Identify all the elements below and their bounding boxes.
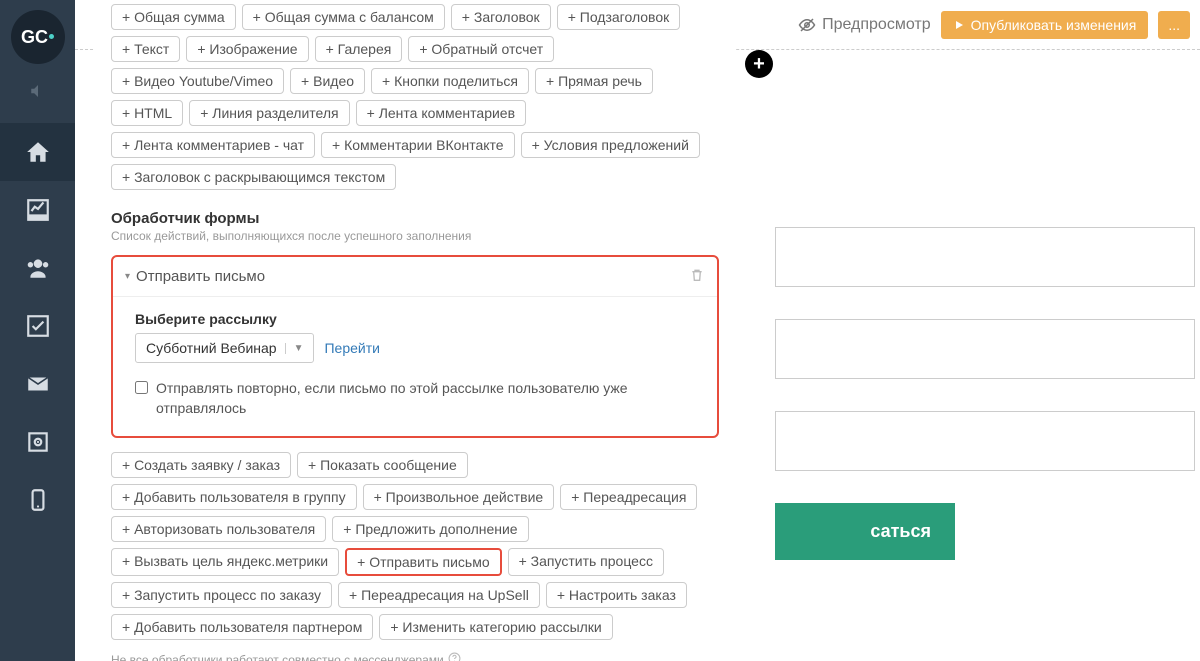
trash-icon[interactable] — [689, 267, 705, 286]
action-chip[interactable]: + Настроить заказ — [546, 582, 687, 608]
block-chip[interactable]: + Лента комментариев — [356, 100, 526, 126]
add-block-button[interactable]: + — [745, 50, 773, 78]
nav-mobile[interactable] — [0, 471, 75, 529]
action-chip[interactable]: + Переадресация — [560, 484, 697, 510]
block-chip[interactable]: + Заголовок — [451, 4, 551, 30]
action-chip[interactable]: + Создать заявку / заказ — [111, 452, 291, 478]
help-icon[interactable] — [448, 652, 461, 661]
caret-down-icon: ▼ — [285, 343, 304, 354]
editor-panel: + Общая сумма+ Общая сумма с балансом+ З… — [95, 0, 735, 661]
nav-users[interactable] — [0, 239, 75, 297]
more-button[interactable]: ... — [1158, 11, 1190, 39]
preview-label: Предпросмотр — [822, 16, 931, 34]
block-chip[interactable]: + Прямая речь — [535, 68, 653, 94]
block-chip[interactable]: + Линия разделителя — [189, 100, 349, 126]
handler-subtitle: Список действий, выполняющихся после усп… — [111, 229, 719, 243]
block-chip[interactable]: + Обратный отсчет — [408, 36, 554, 62]
sound-icon[interactable] — [29, 82, 47, 103]
action-chip[interactable]: + Вызвать цель яндекс.метрики — [111, 548, 339, 576]
action-chip[interactable]: + Переадресация на UpSell — [338, 582, 540, 608]
action-chip[interactable]: + Отправить письмо — [345, 548, 501, 576]
nav-home[interactable] — [0, 123, 75, 181]
action-chip[interactable]: + Предложить дополнение — [332, 516, 528, 542]
block-chip[interactable]: + Общая сумма — [111, 4, 236, 30]
action-header[interactable]: ▾ Отправить письмо — [113, 257, 717, 297]
block-chip[interactable]: + HTML — [111, 100, 183, 126]
action-chips: + Создать заявку / заказ+ Показать сообщ… — [101, 448, 729, 644]
block-chip[interactable]: + Подзаголовок — [557, 4, 681, 30]
footer-note-1-text: Не все обработчики работают совместно с … — [111, 653, 444, 661]
action-chip[interactable]: + Изменить категорию рассылки — [379, 614, 612, 640]
block-chip[interactable]: + Видео Youtube/Vimeo — [111, 68, 284, 94]
action-chip[interactable]: + Показать сообщение — [297, 452, 468, 478]
block-chip[interactable]: + Условия предложений — [521, 132, 700, 158]
handler-header: Обработчик формы Список действий, выполн… — [101, 194, 729, 245]
nav — [0, 123, 75, 529]
action-send-email: ▾ Отправить письмо Выберите рассылку Суб… — [111, 255, 719, 438]
logo-dot — [49, 34, 54, 39]
eye-off-icon — [798, 16, 816, 34]
logo-text: GC — [21, 27, 48, 48]
action-chip[interactable]: + Запустить процесс — [508, 548, 664, 576]
form-field-2[interactable] — [775, 319, 1195, 379]
publish-label: Опубликовать изменения — [971, 17, 1137, 33]
publish-button[interactable]: Опубликовать изменения — [941, 11, 1149, 39]
footer-note-1: Не все обработчики работают совместно с … — [101, 644, 729, 661]
block-chip[interactable]: + Видео — [290, 68, 365, 94]
handler-title: Обработчик формы — [111, 210, 719, 227]
block-chip[interactable]: + Комментарии ВКонтакте — [321, 132, 515, 158]
nav-mail[interactable] — [0, 355, 75, 413]
mailing-go-link[interactable]: Перейти — [324, 340, 379, 356]
block-chip[interactable]: + Общая сумма с балансом — [242, 4, 445, 30]
preview-link[interactable]: Предпросмотр — [798, 16, 931, 34]
action-chip[interactable]: + Добавить пользователя партнером — [111, 614, 373, 640]
resend-label: Отправлять повторно, если письмо по этой… — [156, 379, 695, 418]
action-body: Выберите рассылку Субботний Вебинар ▼ Пе… — [113, 297, 717, 436]
form-field-1[interactable] — [775, 227, 1195, 287]
chevron-down-icon: ▾ — [125, 271, 130, 282]
nav-stats[interactable] — [0, 181, 75, 239]
action-name: Отправить письмо — [136, 268, 265, 285]
action-chip[interactable]: + Авторизовать пользователя — [111, 516, 326, 542]
action-chip[interactable]: + Добавить пользователя в группу — [111, 484, 357, 510]
mailing-label: Выберите рассылку — [135, 311, 695, 327]
nav-safe[interactable] — [0, 413, 75, 471]
nav-tasks[interactable] — [0, 297, 75, 355]
block-chip[interactable]: + Изображение — [186, 36, 308, 62]
mailing-select[interactable]: Субботний Вебинар ▼ — [135, 333, 314, 363]
form-field-3[interactable] — [775, 411, 1195, 471]
block-chips: + Общая сумма+ Общая сумма с балансом+ З… — [101, 0, 729, 194]
resend-checkbox[interactable] — [135, 381, 148, 394]
block-chip[interactable]: + Кнопки поделиться — [371, 68, 529, 94]
block-chip[interactable]: + Текст — [111, 36, 180, 62]
action-chip[interactable]: + Запустить процесс по заказу — [111, 582, 332, 608]
sidebar: GC — [0, 0, 75, 661]
block-chip[interactable]: + Заголовок с раскрывающимся текстом — [111, 164, 396, 190]
mailing-selected: Субботний Вебинар — [146, 340, 277, 356]
block-chip[interactable]: + Лента комментариев - чат — [111, 132, 315, 158]
action-chip[interactable]: + Произвольное действие — [363, 484, 555, 510]
play-icon — [953, 19, 965, 31]
logo[interactable]: GC — [11, 10, 65, 64]
block-chip[interactable]: + Галерея — [315, 36, 403, 62]
form-submit-fragment[interactable]: саться — [775, 503, 955, 560]
